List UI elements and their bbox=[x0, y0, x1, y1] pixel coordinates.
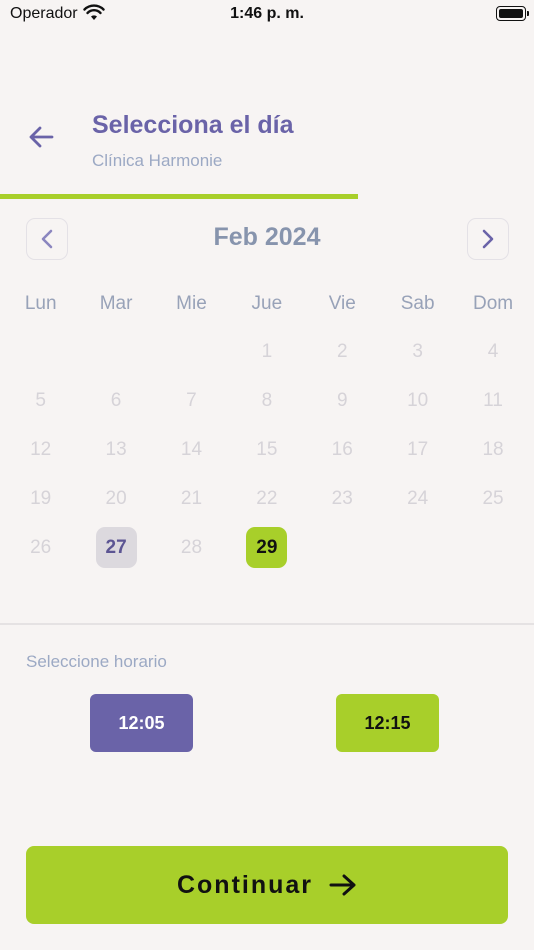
continue-button[interactable]: Continuar bbox=[26, 846, 508, 924]
weekday-label: Mie bbox=[176, 293, 207, 314]
calendar-day-label: 17 bbox=[407, 438, 429, 460]
weekday-header: Lun Mar Mie Jue Vie Sab Dom bbox=[3, 290, 531, 318]
arrow-right-icon bbox=[329, 874, 356, 896]
weekday-label: Lun bbox=[24, 293, 57, 314]
calendar-day-label: 14 bbox=[180, 438, 203, 460]
calendar-day-label: 16 bbox=[331, 438, 353, 460]
calendar-day: 18 bbox=[455, 425, 530, 474]
status-time: 1:46 p. m. bbox=[230, 5, 304, 22]
progress-bar bbox=[0, 194, 534, 199]
calendar-day-label: 25 bbox=[482, 487, 504, 509]
calendar-day-label: 24 bbox=[407, 487, 429, 509]
continue-label: Continuar bbox=[176, 870, 314, 899]
calendar-day: 21 bbox=[154, 474, 229, 523]
calendar-day: 17 bbox=[380, 425, 455, 474]
calendar-day: 16 bbox=[305, 425, 380, 474]
calendar-day: 3 bbox=[380, 327, 455, 376]
calendar-day-label: 4 bbox=[487, 340, 499, 362]
calendar-day: 20 bbox=[78, 474, 153, 523]
divider bbox=[0, 623, 534, 625]
calendar-day: 10 bbox=[380, 376, 455, 425]
calendar-day-label: 21 bbox=[180, 487, 203, 509]
calendar-day-label: 20 bbox=[105, 487, 127, 509]
calendar-day[interactable]: 29 bbox=[229, 523, 304, 572]
calendar-day-label: 7 bbox=[186, 389, 197, 411]
calendar-day: 13 bbox=[78, 425, 153, 474]
calendar-day: 22 bbox=[229, 474, 304, 523]
calendar-day: 25 bbox=[455, 474, 530, 523]
next-month-button[interactable] bbox=[467, 218, 509, 260]
calendar-day-label: 23 bbox=[331, 487, 353, 509]
calendar-day-label: 11 bbox=[483, 389, 503, 411]
calendar-day-label: 19 bbox=[30, 487, 52, 509]
arrow-left-icon bbox=[29, 126, 54, 148]
calendar-day: 23 bbox=[305, 474, 380, 523]
calendar-day: 11 bbox=[455, 376, 530, 425]
calendar-grid: 1 2 3 4 5 6 7 8 9 10 11 12 13 14 15 16 17 18 19 20 21 22 23 24 2… bbox=[3, 327, 531, 572]
calendar-day-label: 9 bbox=[336, 389, 348, 411]
calendar-day: 26 bbox=[3, 523, 78, 572]
calendar-day: 14 bbox=[154, 425, 229, 474]
status-bar: Operador 1:46 p. m. bbox=[0, 0, 534, 30]
calendar-day-label: 6 bbox=[110, 389, 122, 411]
calendar-day-label: 3 bbox=[412, 340, 423, 362]
weekday-label: Jue bbox=[251, 293, 283, 314]
calendar-day: 15 bbox=[229, 425, 304, 474]
time-slot-2[interactable]: 12:15 bbox=[336, 694, 439, 752]
calendar-day: 4 bbox=[455, 327, 530, 376]
chevron-right-icon bbox=[482, 229, 494, 249]
clinic-name: Clínica Harmonie bbox=[92, 151, 223, 170]
calendar-day: 12 bbox=[3, 425, 78, 474]
calendar-blank bbox=[3, 327, 78, 376]
calendar-day-label: 2 bbox=[336, 340, 348, 362]
weekday-label: Mar bbox=[99, 293, 133, 314]
calendar-day: 28 bbox=[154, 523, 229, 572]
calendar-day: 1 bbox=[229, 327, 304, 376]
calendar-day: 8 bbox=[229, 376, 304, 425]
weekday-label: Vie bbox=[328, 293, 356, 314]
page-title: Selecciona el día bbox=[92, 111, 294, 139]
progress-fill bbox=[0, 194, 358, 199]
weekday-label: Sab bbox=[400, 293, 435, 314]
calendar-day-label: 26 bbox=[30, 536, 52, 558]
time-slot-1[interactable]: 12:05 bbox=[90, 694, 193, 752]
calendar-day-label: 12 bbox=[30, 438, 52, 460]
calendar-day-label: 27 bbox=[95, 527, 137, 568]
calendar-day: 9 bbox=[305, 376, 380, 425]
calendar-day: 19 bbox=[3, 474, 78, 523]
calendar-blank bbox=[78, 327, 153, 376]
calendar-blank bbox=[154, 327, 229, 376]
calendar-day-label: 5 bbox=[35, 389, 46, 411]
back-button[interactable] bbox=[22, 118, 60, 156]
battery-icon bbox=[496, 6, 529, 21]
calendar-day-label: 15 bbox=[256, 438, 278, 460]
calendar-day: 7 bbox=[154, 376, 229, 425]
calendar-day[interactable]: 27 bbox=[78, 523, 153, 572]
calendar-day: 5 bbox=[3, 376, 78, 425]
month-label: Feb 2024 bbox=[213, 223, 321, 251]
calendar-day-label: 10 bbox=[407, 389, 429, 411]
calendar-day-label: 18 bbox=[482, 438, 504, 460]
calendar-day-label: 28 bbox=[180, 536, 203, 558]
calendar-day-label: 8 bbox=[261, 389, 273, 411]
calendar-day: 24 bbox=[380, 474, 455, 523]
weekday-label: Dom bbox=[472, 293, 514, 314]
calendar-day-label: 22 bbox=[256, 487, 278, 509]
schedule-label: Seleccione horario bbox=[26, 652, 167, 671]
calendar-day: 2 bbox=[305, 327, 380, 376]
calendar-day-label: 13 bbox=[105, 438, 127, 460]
calendar-day-label: 1 bbox=[261, 340, 273, 362]
calendar-day-label: 29 bbox=[246, 527, 288, 568]
calendar-day: 6 bbox=[78, 376, 153, 425]
